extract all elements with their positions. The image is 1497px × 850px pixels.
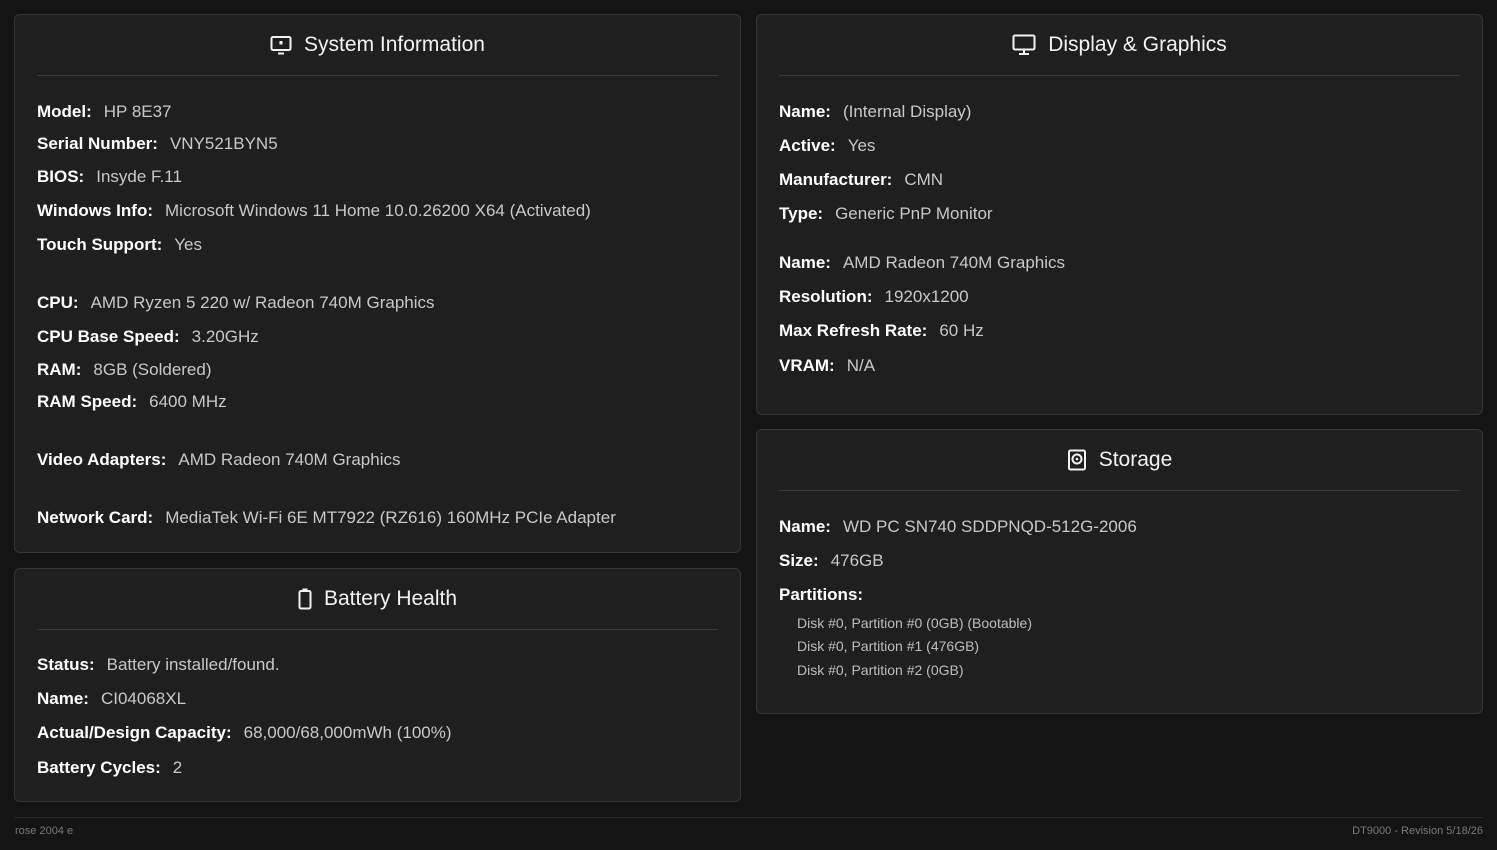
- battery-row-cycles: Battery Cycles: 2: [37, 758, 183, 777]
- monitor-icon: [1012, 34, 1036, 56]
- partition-item: Disk #0, Partition #0 (0GB) (Bootable): [797, 615, 1032, 631]
- info-row-model: Model: HP 8E37: [37, 102, 172, 121]
- info-row-network-card: Network Card: MediaTek Wi-Fi 6E MT7922 (R…: [37, 508, 616, 527]
- storage-row-partitions: Partitions:: [779, 585, 864, 604]
- display-row-active: Active: Yes: [779, 136, 876, 155]
- storage-card: Storage Name: WD PC SN740 SDDPNQD-512G-20…: [756, 429, 1483, 714]
- partition-item: Disk #0, Partition #1 (476GB): [797, 638, 980, 654]
- gpu-row-resolution: Resolution: 1920x1200: [779, 287, 969, 306]
- display-graphics-header: Display & Graphics: [779, 15, 1460, 76]
- system-information-card: System Information Model: HP 8E37 Serial …: [14, 14, 741, 553]
- display-graphics-title: Display & Graphics: [1048, 33, 1227, 56]
- footer-left-text: rose 2004 e: [15, 825, 74, 837]
- footer-divider: [14, 817, 1483, 818]
- display-graphics-card: Display & Graphics Name: (Internal Displa…: [756, 14, 1483, 415]
- storage-row-size: Size: 476GB: [779, 551, 884, 570]
- battery-row-capacity: Actual/Design Capacity: 68,000/68,000mWh …: [37, 723, 452, 742]
- gpu-row-max-refresh-rate: Max Refresh Rate: 60 Hz: [779, 321, 984, 340]
- system-information-header: System Information: [37, 15, 718, 76]
- battery-health-title: Battery Health: [323, 587, 458, 610]
- system-information-title: System Information: [304, 33, 485, 56]
- display-row-type: Type: Generic PnP Monitor: [779, 204, 993, 223]
- info-row-touch-support: Touch Support: Yes: [37, 235, 203, 254]
- info-row-ram: RAM: 8GB (Soldered): [37, 360, 212, 379]
- display-row-manufacturer: Manufacturer: CMN: [779, 170, 944, 189]
- battery-icon: [298, 588, 312, 610]
- display-row-name: Name: (Internal Display): [779, 102, 972, 121]
- gpu-row-vram: VRAM: N/A: [779, 356, 876, 375]
- storage-header: Storage: [779, 430, 1460, 491]
- partition-item: Disk #0, Partition #2 (0GB): [797, 662, 964, 678]
- storage-title: Storage: [1098, 448, 1173, 471]
- gpu-row-name: Name: AMD Radeon 740M Graphics: [779, 253, 1066, 272]
- footer-revision-text: DT9000 - Revision 5/18/26: [1352, 825, 1483, 837]
- info-row-video-adapters: Video Adapters: AMD Radeon 740M Graphics: [37, 450, 401, 469]
- info-row-bios: BIOS: Insyde F.11: [37, 167, 182, 186]
- storage-row-name: Name: WD PC SN740 SDDPNQD-512G-2006: [779, 517, 1137, 536]
- info-row-cpu-base-speed: CPU Base Speed: 3.20GHz: [37, 327, 259, 346]
- battery-health-header: Battery Health: [37, 569, 718, 630]
- battery-row-name: Name: CI04068XL: [37, 689, 187, 708]
- info-row-cpu: CPU: AMD Ryzen 5 220 w/ Radeon 740M Graph…: [37, 293, 435, 312]
- disk-icon: [1067, 449, 1087, 471]
- info-row-windows-info: Windows Info: Microsoft Windows 11 Home 1…: [37, 201, 591, 220]
- computer-info-icon: [270, 35, 292, 55]
- battery-health-card: Battery Health Status: Battery installed/…: [14, 568, 741, 802]
- battery-row-status: Status: Battery installed/found.: [37, 655, 280, 674]
- info-row-ram-speed: RAM Speed: 6400 MHz: [37, 392, 227, 411]
- info-row-serial-number: Serial Number: VNY521BYN5: [37, 134, 278, 153]
